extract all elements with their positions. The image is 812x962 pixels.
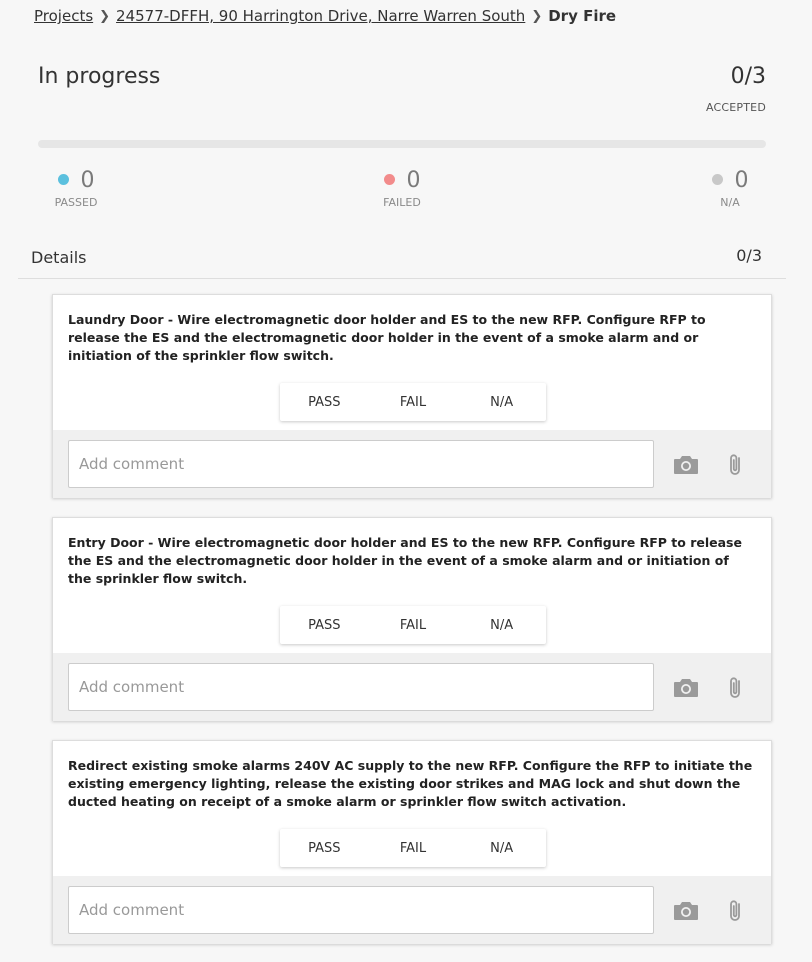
paperclip-icon[interactable] [722,452,750,478]
item-description: Redirect existing smoke alarms 240V AC s… [68,758,753,809]
breadcrumb-current: Dry Fire [548,7,617,25]
details-title: Details [31,248,87,267]
comment-input[interactable] [68,440,654,488]
passed-dot-icon [57,174,69,185]
fail-button[interactable]: FAIL [369,606,458,644]
na-label: N/A [720,196,740,209]
camera-icon[interactable] [672,898,700,924]
status-title: In progress [38,64,161,89]
item-description: Entry Door - Wire electromagnetic door h… [68,535,742,586]
comment-area [53,653,771,721]
progress-bar [38,140,766,148]
fail-button[interactable]: FAIL [369,383,458,421]
comment-input[interactable] [68,886,654,934]
na-button[interactable]: N/A [457,829,546,867]
na-count: 0 [734,168,749,193]
na-button[interactable]: N/A [457,606,546,644]
accepted-label: ACCEPTED [705,101,766,114]
item-description: Laundry Door - Wire electromagnetic door… [68,312,706,363]
result-button-group: PASS FAIL N/A [280,606,546,644]
pass-button[interactable]: PASS [280,383,369,421]
accepted-count: 0/3 [730,64,766,89]
comment-input[interactable] [68,663,654,711]
na-dot-icon [711,174,723,185]
camera-icon[interactable] [672,452,700,478]
checklist-item: Redirect existing smoke alarms 240V AC s… [52,740,772,944]
failed-stat: 0 FAILED [380,168,424,209]
details-header: Details 0/3 [18,240,786,279]
checklist-item: Entry Door - Wire electromagnetic door h… [52,517,772,721]
breadcrumb: Projects ❯ 24577-DFFH, 90 Harrington Dri… [34,7,616,25]
failed-label: FAILED [383,196,421,209]
failed-dot-icon [383,174,395,185]
pass-button[interactable]: PASS [280,829,369,867]
details-count: 0/3 [736,246,762,265]
pass-button[interactable]: PASS [280,606,369,644]
fail-button[interactable]: FAIL [369,829,458,867]
passed-stat: 0 PASSED [52,168,100,209]
chevron-right-icon: ❯ [531,8,543,24]
paperclip-icon[interactable] [722,675,750,701]
na-button[interactable]: N/A [457,383,546,421]
paperclip-icon[interactable] [722,898,750,924]
checklist-item: Laundry Door - Wire electromagnetic door… [52,294,772,498]
result-button-group: PASS FAIL N/A [280,829,546,867]
comment-area [53,430,771,498]
camera-icon[interactable] [672,675,700,701]
breadcrumb-projects-link[interactable]: Projects [34,7,93,25]
na-stat: 0 N/A [710,168,750,209]
passed-count: 0 [80,168,95,193]
comment-area [53,876,771,944]
passed-label: PASSED [54,196,98,209]
chevron-right-icon: ❯ [99,8,111,24]
failed-count: 0 [406,168,421,193]
result-button-group: PASS FAIL N/A [280,383,546,421]
breadcrumb-project-link[interactable]: 24577-DFFH, 90 Harrington Drive, Narre W… [116,7,525,25]
